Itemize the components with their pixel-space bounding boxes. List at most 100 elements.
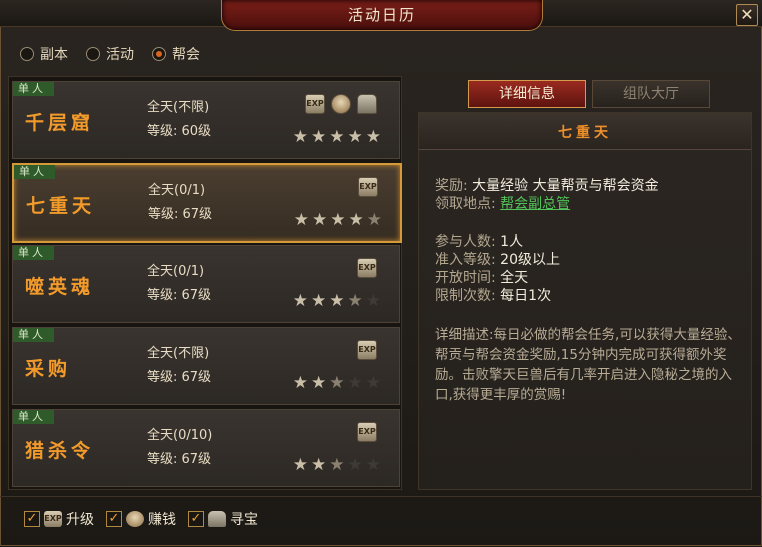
filter-checkbox[interactable]: ✓ 赚钱	[106, 509, 176, 529]
money-bag-icon	[331, 94, 351, 114]
solo-tag: 单人	[13, 246, 54, 260]
filter-label: 升级	[66, 512, 94, 528]
activity-item[interactable]: 单人 采购 全天(不限) 等级: 67级 EXP ★ ★ ★ ★ ★	[12, 327, 400, 405]
detail-title: 七重天	[558, 125, 612, 141]
radio-indicator-selected	[152, 47, 166, 61]
activity-item[interactable]: 单人 猎杀令 全天(0/10) 等级: 67级 EXP ★ ★ ★ ★ ★	[12, 409, 400, 487]
activity-description: 详细描述:每日必做的帮会任务,可以获得大量经验、帮贡与帮会资金奖励,15分钟内完…	[435, 327, 741, 403]
star-icon: ★	[292, 127, 308, 147]
radio-dungeon[interactable]: 副本	[20, 44, 68, 64]
exp-icon: EXP	[357, 258, 377, 278]
star-icon: ★	[347, 373, 363, 393]
exp-icon: EXP	[305, 94, 325, 114]
reward-value: 大量经验 大量帮贡与帮会资金	[472, 178, 659, 194]
star-icon: ★	[365, 373, 381, 393]
solo-tag: 单人	[13, 82, 54, 96]
limit-row: 限制次数: 每日1次	[435, 287, 551, 305]
activity-level: 等级: 67级	[147, 452, 212, 467]
star-icon: ★	[311, 373, 327, 393]
reward-icons: EXP	[357, 422, 377, 442]
detail-panel: 七重天 奖励: 大量经验 大量帮贡与帮会资金 领取地点: 帮会副总管 参与人数:…	[418, 112, 752, 490]
star-icon: ★	[311, 455, 327, 475]
activity-name: 猎杀令	[25, 440, 95, 462]
star-icon: ★	[347, 455, 363, 475]
reward-label: 奖励:	[435, 178, 468, 194]
activity-level: 等级: 60级	[147, 124, 212, 139]
solo-tag: 单人	[14, 165, 55, 179]
activity-level: 等级: 67级	[148, 207, 213, 222]
radio-indicator	[20, 47, 34, 61]
star-icon: ★	[293, 210, 309, 230]
difficulty-stars: ★ ★ ★ ★ ★	[294, 211, 382, 229]
location-row: 领取地点: 帮会副总管	[435, 195, 570, 213]
star-icon: ★	[329, 373, 345, 393]
activity-time: 全天(不限)	[147, 346, 210, 361]
location-label: 领取地点:	[435, 196, 496, 212]
activity-name: 噬英魂	[25, 276, 95, 298]
treasure-icon	[208, 511, 226, 527]
star-icon: ★	[365, 455, 381, 475]
category-radio-group: 副本 活动 帮会	[20, 44, 200, 64]
activity-level: 等级: 67级	[147, 288, 212, 303]
detail-header: 七重天	[419, 113, 751, 150]
activity-time: 全天(0/1)	[147, 264, 205, 279]
star-icon: ★	[365, 127, 381, 147]
window-title: 活动日历	[347, 6, 416, 24]
detail-tabs: 详细信息 组队大厅	[468, 80, 710, 108]
checkbox-check-icon[interactable]: ✓	[106, 511, 122, 527]
star-icon: ★	[292, 455, 308, 475]
star-icon: ★	[330, 210, 346, 230]
radio-guild[interactable]: 帮会	[152, 44, 200, 64]
radio-label: 活动	[106, 47, 134, 63]
reward-filters: ✓ EXP 升级 ✓ 赚钱 ✓ 寻宝	[24, 509, 258, 529]
star-icon: ★	[292, 373, 308, 393]
activity-item[interactable]: 单人 千层窟 全天(不限) 等级: 60级 EXP ★ ★ ★ ★ ★	[12, 81, 400, 159]
star-icon: ★	[329, 127, 345, 147]
activity-item[interactable]: 单人 噬英魂 全天(0/1) 等级: 67级 EXP ★ ★ ★ ★ ★	[12, 245, 400, 323]
npc-link[interactable]: 帮会副总管	[500, 196, 570, 212]
exp-icon: EXP	[44, 511, 62, 527]
solo-tag: 单人	[13, 410, 54, 424]
star-icon: ★	[292, 291, 308, 311]
checkbox-check-icon[interactable]: ✓	[188, 511, 204, 527]
radio-label: 副本	[40, 47, 68, 63]
star-icon: ★	[348, 210, 364, 230]
star-icon: ★	[311, 127, 327, 147]
activity-time: 全天(0/1)	[148, 183, 206, 198]
open-time-value: 全天	[500, 270, 529, 286]
money-bag-icon	[126, 511, 144, 527]
difficulty-stars: ★ ★ ★ ★ ★	[293, 374, 381, 392]
level-row: 准入等级: 20级以上	[435, 251, 560, 269]
star-icon: ★	[312, 210, 328, 230]
star-icon: ★	[311, 291, 327, 311]
open-time-row: 开放时间: 全天	[435, 269, 528, 287]
treasure-icon	[357, 94, 377, 114]
exp-icon: EXP	[357, 422, 377, 442]
participants-value: 1人	[500, 234, 524, 250]
filter-checkbox[interactable]: ✓ 寻宝	[188, 509, 258, 529]
star-icon: ★	[329, 455, 345, 475]
participants-row: 参与人数: 1人	[435, 233, 523, 251]
activity-name: 采购	[25, 358, 72, 380]
activity-time: 全天(0/10)	[147, 428, 213, 443]
filter-label: 寻宝	[230, 512, 258, 528]
filter-checkbox[interactable]: ✓ EXP 升级	[24, 509, 94, 529]
activity-item[interactable]: 单人 七重天 全天(0/1) 等级: 67级 EXP ★ ★ ★ ★ ★	[12, 163, 402, 243]
participants-label: 参与人数:	[435, 234, 496, 250]
limit-label: 限制次数:	[435, 288, 496, 304]
tab-team-hall[interactable]: 组队大厅	[592, 80, 710, 108]
tab-details[interactable]: 详细信息	[468, 80, 586, 108]
limit-value: 每日1次	[500, 288, 552, 304]
activity-name: 七重天	[26, 195, 96, 217]
radio-event[interactable]: 活动	[86, 44, 134, 64]
title-plate: 活动日历	[221, 0, 543, 31]
radio-indicator	[86, 47, 100, 61]
close-button[interactable]: ✕	[736, 4, 758, 26]
difficulty-stars: ★ ★ ★ ★ ★	[293, 456, 381, 474]
title-bar: 活动日历 ✕	[0, 0, 762, 31]
filter-label: 赚钱	[148, 512, 176, 528]
star-icon: ★	[347, 127, 363, 147]
checkbox-check-icon[interactable]: ✓	[24, 511, 40, 527]
filter-bar: ✓ EXP 升级 ✓ 赚钱 ✓ 寻宝	[0, 496, 762, 547]
solo-tag: 单人	[13, 328, 54, 342]
